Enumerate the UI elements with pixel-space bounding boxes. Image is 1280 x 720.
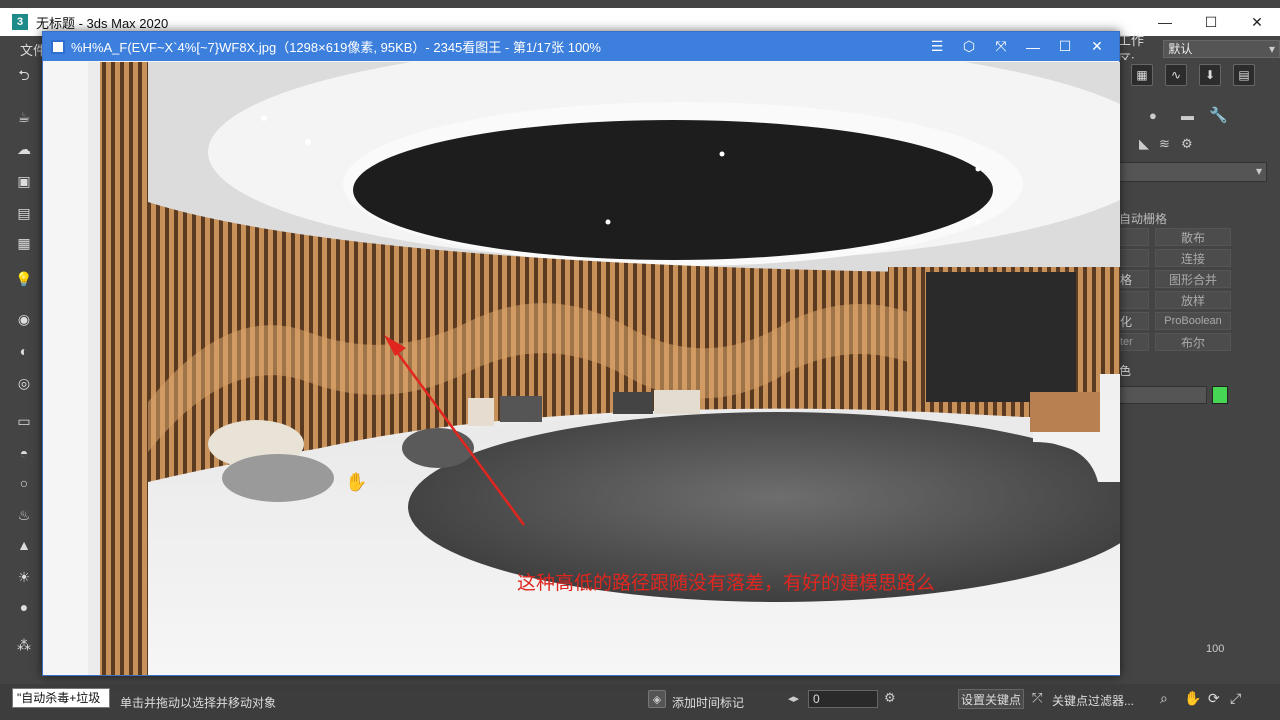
sun-icon[interactable]: ☀ [13,566,35,588]
add-time-tag-button[interactable]: 添加时间标记 [672,694,744,711]
rp-button-left-1[interactable] [1119,228,1149,246]
viewer-close-button[interactable]: ✕ [1081,32,1113,61]
key-filters-button[interactable]: 关键点过滤器... [1052,692,1134,709]
key-mode-icon[interactable]: ⚙ [884,690,896,706]
timeline-end-frame: 100 [1206,643,1225,655]
light-bulb-icon[interactable]: 💡 [13,268,35,290]
teapot-icon[interactable]: ☕ [13,106,35,128]
desktop: 3 无标题 - 3ds Max 2020 — ☐ ✕ 文件 工作区: 默认 ⮌ … [0,0,1280,720]
shape-merge-button[interactable]: 图形合并 [1155,270,1231,288]
viewer-title: %H%A_F(EVF~X`4%[~7}WF8X.jpg（1298×619像素, … [71,40,601,55]
disk-icon[interactable]: ● [13,596,35,618]
orbit-icon[interactable]: ⟳ [1208,690,1220,707]
workspace-selector: 工作区: 默认 [1118,33,1280,67]
display-tab-icon[interactable]: ● [1149,108,1157,123]
camera-icon[interactable]: ◉ [13,308,35,330]
maxscript-listener-field[interactable]: "自动杀毒+垃圾 [12,688,110,708]
download-icon[interactable]: ⬇ [1199,64,1221,86]
proboolean-button[interactable]: ProBoolean [1155,312,1231,330]
plane-icon[interactable]: ▭ [13,410,35,432]
connect-button[interactable]: 连接 [1155,249,1231,267]
layout-icon[interactable]: ▦ [1131,64,1153,86]
workspace-dropdown[interactable]: 默认 [1163,40,1280,58]
viewer-app-icon [51,39,65,54]
name-color-label: 色 [1119,364,1132,378]
status-bar: "自动杀毒+垃圾 单击并拖动以选择并移动对象 ◈ 添加时间标记 ◂▸ 0 ⚙ 设… [0,684,1280,720]
viewer-title-bar[interactable]: %H%A_F(EVF~X`4%[~7}WF8X.jpg（1298×619像素, … [43,32,1119,61]
render-frame-icon[interactable]: ▣ [13,170,35,192]
rp-button-left-2[interactable] [1119,249,1149,267]
material-sphere-icon[interactable]: ◐ [13,340,35,362]
command-panel-top-icons: ▦ ∿ ⬇ ▤ [1119,64,1280,94]
curve-editor-icon[interactable]: ∿ [1165,64,1187,86]
wrench-tab-icon[interactable]: 🔧 [1209,106,1228,124]
cone-icon[interactable]: ▲ [13,534,35,556]
max-maximize-button[interactable]: ☐ [1188,8,1234,36]
annotation-text: 这种高低的路径跟随没有落差，有好的建模思路么 [517,572,936,594]
rp-button-left-6[interactable]: ter [1119,333,1149,351]
current-frame-input[interactable]: 0 [808,690,878,708]
teapot-small-icon[interactable]: ♨ [13,504,35,526]
rp-button-left-5[interactable]: 化 [1119,312,1149,330]
3dsmax-app-icon: 3 [12,14,28,30]
set-key-button[interactable]: 设置关键点 [958,689,1024,709]
scatter-button[interactable]: 散布 [1155,228,1231,246]
space-warps-icon[interactable]: ≋ [1159,136,1170,152]
viewer-maximize-button[interactable]: ☐ [1049,32,1081,61]
key-filter-icon[interactable]: ⤱ [1032,690,1042,706]
left-toolbar: ⮌ ☕ ☁ ▣ ▤ ▦ 💡 ◉ ◐ ◎ ▭ ◓ ○ ♨ ▲ ☀ ● ⁂ [0,60,44,660]
frame-arrows-icon[interactable]: ◂▸ [788,692,799,705]
rp-button-left-4[interactable] [1119,291,1149,309]
shapes-icon[interactable]: ◣ [1139,136,1149,152]
object-type-dropdown[interactable] [1119,162,1267,182]
zoom-icon[interactable]: ⌕ [1160,690,1168,707]
table-icon[interactable]: ▦ [13,232,35,254]
rp-button-left-3[interactable]: 格 [1119,270,1149,288]
max-close-button[interactable]: ✕ [1234,8,1280,36]
viewer-menu-icon[interactable]: ☰ [921,32,953,61]
systems-icon[interactable]: ⚙ [1181,136,1193,152]
viewer-skin-icon[interactable]: ⬡ [953,32,985,61]
document-icon[interactable]: ▤ [13,202,35,224]
hand-cursor-icon: ✋ [345,472,368,492]
render-setup-icon[interactable]: ▤ [1233,64,1255,86]
status-prompt: 单击并拖动以选择并移动对象 [120,696,277,710]
cloud-icon[interactable]: ☁ [13,138,35,160]
maximize-viewport-icon[interactable]: ⤢ [1230,690,1241,707]
viewer-fullscreen-icon[interactable]: ⤧ [985,32,1017,61]
undo-icon[interactable]: ⮌ [13,66,35,88]
boolean-button[interactable]: 布尔 [1155,333,1231,351]
particle-icon[interactable]: ⁂ [13,634,35,656]
hemisphere-icon[interactable]: ◓ [13,442,35,464]
pan-hand-icon[interactable]: ✋ [1184,690,1201,707]
loft-button[interactable]: 放样 [1155,291,1231,309]
object-name-field[interactable] [1119,386,1207,404]
max-window-title: 无标题 - 3ds Max 2020 [36,15,169,31]
time-tag-icon[interactable]: ◈ [648,690,666,708]
sphere-icon[interactable]: ○ [13,472,35,494]
auto-grid-label[interactable]: 自动栅格 [1119,210,1167,227]
object-color-swatch[interactable] [1212,386,1228,404]
video-camera-icon[interactable]: ◎ [13,372,35,394]
monitor-tab-icon[interactable]: ▬ [1181,108,1194,123]
command-panel: ▦ ∿ ⬇ ▤ ● ▬ 🔧 ◣ ≋ ⚙ 自动栅格 散布 连接 格 图形合并 放样… [1119,60,1280,660]
viewer-minimize-button[interactable]: — [1017,32,1049,61]
